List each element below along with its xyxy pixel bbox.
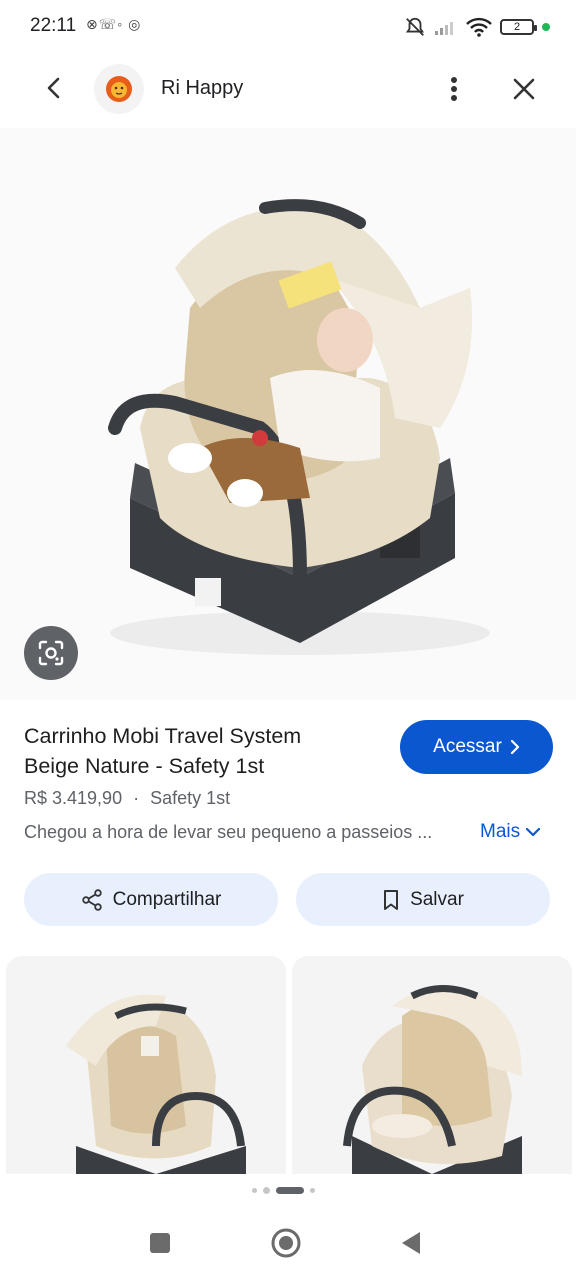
signal-icon: [435, 22, 453, 35]
product-description: Chegou a hora de levar seu pequeno a pas…: [24, 822, 433, 842]
recents-button[interactable]: [150, 1233, 170, 1253]
related-image-card[interactable]: [292, 956, 572, 1174]
product-store: Safety 1st: [150, 788, 231, 808]
visit-button[interactable]: Acessar: [400, 720, 553, 774]
back-triangle-icon: [402, 1232, 420, 1254]
product-title-line-1: Carrinho Mobi Travel System: [24, 724, 302, 748]
product-title-line-2: Beige Nature - Safety 1st: [24, 754, 265, 778]
more-options-button[interactable]: [436, 70, 472, 108]
more-vert-icon: [451, 77, 457, 101]
mute-bell-icon: [405, 17, 425, 36]
wifi-icon: [466, 17, 492, 37]
chevron-down-icon: [526, 827, 541, 837]
google-lens-button[interactable]: [24, 626, 78, 680]
privacy-indicator-dot: [542, 23, 550, 31]
system-back-button[interactable]: [398, 1229, 424, 1257]
page-dot: [252, 1188, 257, 1193]
lion-logo-icon: [106, 76, 132, 102]
page-dot-active: [276, 1187, 304, 1194]
status-bar: 22:11 ⊗☏◦ ◎ 2: [0, 0, 576, 56]
related-image-card[interactable]: [6, 956, 286, 1174]
page-dot: [263, 1187, 270, 1194]
separator-dot: ·: [133, 788, 140, 808]
home-button[interactable]: [270, 1227, 302, 1259]
price-and-store: R$ 3.419,90 · Safety 1st: [24, 788, 230, 809]
share-label: Compartilhar: [112, 888, 222, 910]
battery-level: 2: [513, 21, 521, 33]
save-button[interactable]: Salvar: [296, 873, 550, 926]
site-name[interactable]: Ri Happy: [161, 77, 243, 100]
site-logo[interactable]: [94, 64, 144, 114]
related-car-seat-image: [66, 994, 246, 1174]
product-image[interactable]: [0, 128, 576, 700]
page-dot: [310, 1188, 315, 1193]
close-icon: [513, 78, 535, 100]
related-car-seat-image: [343, 985, 522, 1174]
bookmark-icon: [384, 889, 399, 910]
back-button[interactable]: [36, 70, 72, 106]
car-seat-illustration: [108, 199, 490, 655]
chevron-left-icon: [47, 77, 60, 99]
product-price: R$ 3.419,90: [24, 788, 123, 808]
close-button[interactable]: [506, 70, 542, 108]
battery-icon: 2: [500, 19, 537, 35]
more-button[interactable]: Mais: [480, 821, 541, 843]
share-icon: [81, 888, 102, 911]
visit-button-label: Acessar: [433, 736, 502, 757]
status-right-group: 2: [404, 14, 550, 40]
save-label: Salvar: [410, 888, 464, 910]
product-title[interactable]: Carrinho Mobi Travel System Beige Nature…: [24, 721, 374, 781]
lens-search-icon: [38, 640, 64, 666]
home-circle-icon: [271, 1228, 301, 1258]
more-label: Mais: [480, 821, 521, 842]
share-button[interactable]: Compartilhar: [24, 873, 278, 926]
chevron-right-icon: [510, 740, 519, 754]
status-notification-icons: ⊗☏◦ ◎: [86, 16, 142, 32]
pagination-indicator: [252, 1187, 315, 1194]
status-time: 22:11: [30, 15, 77, 36]
